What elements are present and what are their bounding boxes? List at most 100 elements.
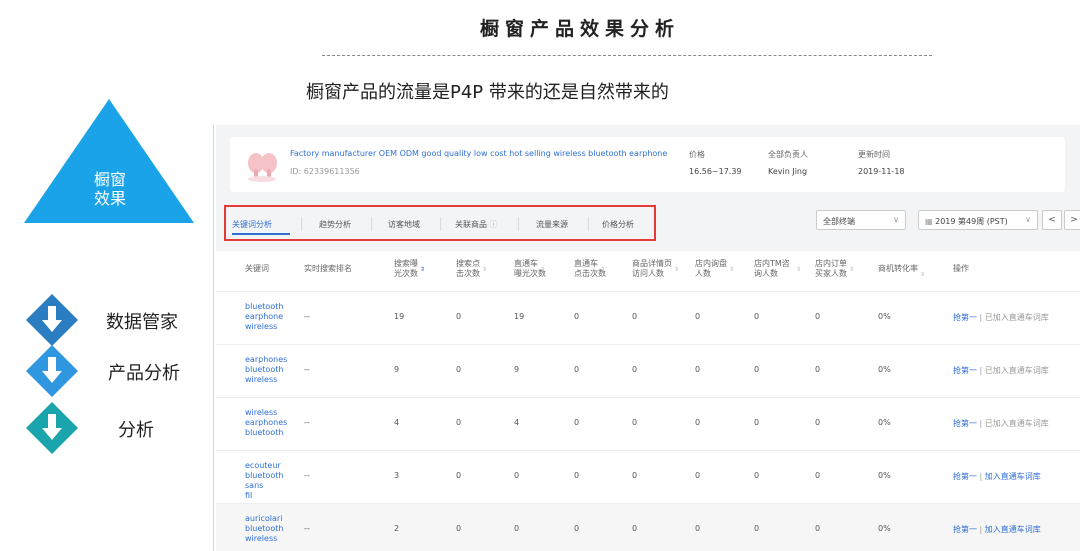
table-header-cell[interactable]: 直通车 曝光次数 ⇕ [514, 259, 546, 279]
product-id: ID: 62339611356 [290, 167, 360, 176]
table-header-cell[interactable]: 店内询盘 人数 ⇕ [695, 259, 734, 279]
metric-cell: 0 [632, 312, 638, 321]
grab-first-button[interactable]: 抢第一 [953, 366, 977, 375]
add-to-p4p-button[interactable]: 加入直通车词库 [985, 472, 1041, 481]
sort-icon[interactable]: ⇕ [540, 265, 545, 275]
prev-week-button[interactable]: < [1042, 210, 1062, 230]
owner-value: Kevin Jing [768, 167, 808, 176]
metric-cell: 0 [574, 471, 580, 480]
row-actions: 抢第一 | 已加入直通车词库 [953, 365, 1049, 376]
terminal-select[interactable]: 全部终端 ∨ [816, 210, 906, 230]
rank-cell: -- [304, 524, 310, 533]
tab-separator [440, 217, 441, 231]
metric-cell: 0 [574, 524, 580, 533]
table-header-text: 光次数 [394, 269, 418, 278]
next-week-button[interactable]: > [1064, 210, 1080, 230]
tab-separator [518, 217, 519, 231]
row-actions: 抢第一 | 加入直通车词库 [953, 524, 1041, 535]
sort-icon[interactable]: ⇕ [420, 265, 425, 275]
table-header-cell[interactable]: 店内订单 买家人数 ⇕ [815, 259, 854, 279]
menu-label: 产品分析 [108, 363, 180, 384]
table-header-text: 询人数 [754, 269, 778, 278]
metric-cell: 0 [574, 312, 580, 321]
table-header-text: 击次数 [456, 269, 480, 278]
metric-cell: 0 [574, 418, 580, 427]
table-header-cell[interactable]: 店内TM咨 询人数 ⇕ [754, 259, 801, 279]
active-tab-underline [232, 233, 290, 235]
metric-cell: 0 [815, 471, 821, 480]
grab-first-button[interactable]: 抢第一 [953, 472, 977, 481]
metric-cell: 0 [754, 365, 760, 374]
chevron-down-icon: ∨ [1025, 215, 1031, 224]
sort-icon[interactable]: ⇕ [482, 265, 487, 275]
triangle-label-line: 效果 [93, 189, 126, 208]
earphone-thumbnail-icon [242, 145, 282, 185]
add-to-p4p-button[interactable]: 加入直通车词库 [985, 525, 1041, 534]
table-header-cell[interactable]: 商品详情页 访问人数 ⇕ [632, 259, 679, 279]
table-header-text: 商品详情页 [632, 259, 672, 268]
sort-icon[interactable]: ⇕ [600, 265, 605, 275]
tab-price-analysis[interactable]: 价格分析 [602, 219, 634, 230]
table-header-text: 关键词 [245, 264, 269, 273]
grab-first-button[interactable]: 抢第一 [953, 525, 977, 534]
sort-icon[interactable]: ⇕ [796, 265, 801, 275]
action-separator: | [977, 313, 985, 322]
metric-cell: 0 [815, 365, 821, 374]
table-header-cell: 关键词 [245, 264, 269, 274]
keyword-link[interactable]: auricolari bluetooth wireless [245, 514, 293, 544]
tab-keyword-analysis[interactable]: 关键词分析 [232, 219, 272, 230]
triangle-label-line: 橱窗 [93, 170, 126, 189]
tab-traffic-source[interactable]: 流量来源 [536, 219, 568, 230]
metric-cell: 19 [394, 312, 405, 321]
sort-icon[interactable]: ⇕ [920, 270, 925, 280]
keyword-link[interactable]: bluetooth earphone wireless [245, 302, 293, 332]
grab-first-button[interactable]: 抢第一 [953, 419, 977, 428]
table-header-cell[interactable]: 搜索曝 光次数 ⇕ [394, 259, 425, 279]
table-header-text: 店内询盘 [695, 259, 727, 268]
added-to-p4p-status: 已加入直通车词库 [984, 419, 1049, 428]
metric-cell: 0 [632, 365, 638, 374]
table-header-cell[interactable]: 直通车 点击次数 ⇕ [574, 259, 606, 279]
table-row: bluetooth earphone wireless -- 19 0 19 0 0 0 0 0 0% 抢… [216, 291, 1080, 343]
metric-cell: 0 [695, 471, 701, 480]
keyword-link[interactable]: earphones bluetooth wireless [245, 355, 293, 385]
tab-separator [588, 217, 589, 231]
slide-title: 橱窗产品效果分析 [479, 18, 680, 40]
tab-related-products-label: 关联商品 [455, 220, 487, 229]
table-row: earphones bluetooth wireless -- 9 0 9 0 0 0 0 0 0% 抢第… [216, 344, 1080, 396]
keyword-text: earphone [245, 312, 284, 321]
keyword-text: auricolari [245, 514, 283, 523]
tab-trend-analysis[interactable]: 趋势分析 [319, 219, 351, 230]
sort-icon[interactable]: ⇕ [849, 265, 854, 275]
action-separator: | [977, 419, 985, 428]
table-header-cell[interactable]: 商机转化率 ⇕ [878, 264, 925, 278]
grab-first-button[interactable]: 抢第一 [953, 313, 977, 322]
metric-cell: 0% [878, 471, 891, 480]
metric-cell: 19 [514, 312, 525, 321]
keyword-text: bluetooth sans [245, 471, 284, 490]
keyword-link[interactable]: wireless earphones bluetooth [245, 408, 293, 438]
tab-separator [301, 217, 302, 231]
tab-related-products[interactable]: 关联商品 ⓘ [455, 219, 498, 230]
price-label: 价格 [689, 150, 705, 159]
metric-cell: 0 [514, 471, 520, 480]
title-divider [322, 55, 932, 56]
tab-visitor-region[interactable]: 访客地域 [388, 219, 420, 230]
metric-cell: 9 [514, 365, 520, 374]
tab-separator [371, 217, 372, 231]
row-actions: 抢第一 | 加入直通车词库 [953, 471, 1041, 482]
keyword-text: earphones [245, 355, 288, 364]
keyword-link[interactable]: ecouteur bluetooth sans fil [245, 461, 293, 501]
table-header-cell[interactable]: 搜索点 击次数 ⇕ [456, 259, 487, 279]
metric-cell: 0 [632, 418, 638, 427]
keyword-text: earphones [245, 418, 288, 427]
calendar-icon: ▦ [925, 217, 933, 226]
product-title-link[interactable]: Factory manufacturer OEM ODM good qualit… [290, 149, 667, 158]
sort-icon[interactable]: ⇕ [674, 265, 679, 275]
metric-cell: 0 [695, 365, 701, 374]
slide: 橱窗产品效果分析 橱窗产品的流量是P4P 带来的还是自然带来的 橱窗 效果 数据管… [0, 0, 1080, 551]
metric-cell: 0 [815, 524, 821, 533]
week-select[interactable]: ▦ 2019 第49周 (PST) ∨ [918, 210, 1038, 230]
sort-icon[interactable]: ⇕ [729, 265, 734, 275]
analytics-panel: Factory manufacturer OEM ODM good qualit… [216, 125, 1080, 551]
